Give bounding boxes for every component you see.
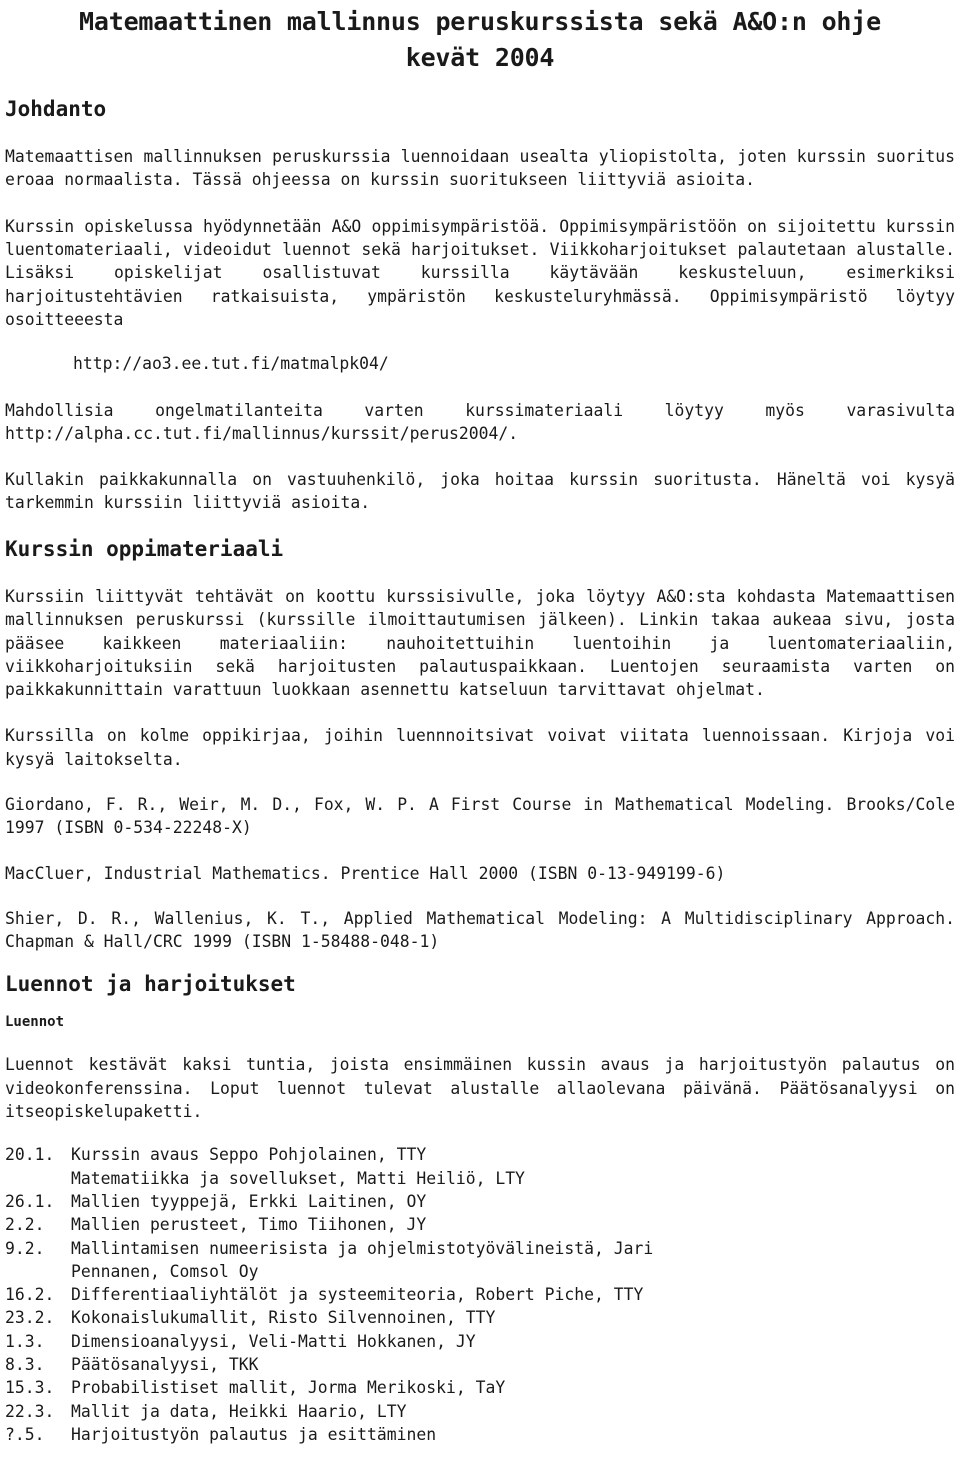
section-heading-johdanto: Johdanto <box>5 97 107 121</box>
section-heading-luennot-ja-harjoitukset: Luennot ja harjoitukset <box>5 971 296 996</box>
lecture-date: 1.3. <box>5 1331 45 1351</box>
page-title: Matemaattinen mallinnus peruskurssista s… <box>5 4 955 75</box>
page-title-line-2: kevät 2004 <box>405 42 555 72</box>
lecture-date: 15.3. <box>5 1378 55 1398</box>
lectures-paragraph-1: Luennot kestävät kaksi tuntia, joista en… <box>5 1055 955 1122</box>
list-item: 9.2. Mallintamisen numeerisista ja ohjelm… <box>5 1237 955 1284</box>
lecture-date: 22.3. <box>5 1401 55 1421</box>
list-item: 22.3. Mallit ja data, Heikki Haario, LTY <box>5 1400 955 1423</box>
lecture-description: Kurssin avaus Seppo Pohjolainen, TTY <box>71 1145 427 1165</box>
book-reference: Shier, D. R., Wallenius, K. T., Applied … <box>5 908 955 952</box>
section-heading-kurssin-oppimateriaali: Kurssin oppimateriaali <box>5 536 284 561</box>
lecture-description: Päätösanalyysi, TKK <box>71 1355 259 1375</box>
lecture-description-cont: Matematiikka ja sovellukset, Matti Heili… <box>71 1168 525 1188</box>
lecture-description: Probabilistiset mallit, Jorma Merikoski,… <box>71 1378 506 1398</box>
materials-paragraph-2: Kurssilla on kolme oppikirjaa, joihin lu… <box>5 726 955 769</box>
lecture-schedule-list: 20.1. Kurssin avaus Seppo Pohjolainen, TT… <box>5 1143 955 1446</box>
intro-paragraph-1: Matemaattisen mallinnuksen peruskurssia … <box>5 147 955 190</box>
lecture-description: Harjoitustyön palautus ja esittäminen <box>71 1424 437 1444</box>
document-page: Matemaattinen mallinnus peruskurssista s… <box>0 4 960 1446</box>
lecture-description: Mallintamisen numeerisista ja ohjelmisto… <box>71 1238 654 1258</box>
lecture-date: 16.2. <box>5 1285 55 1305</box>
lecture-description: Mallien tyyppejä, Erkki Laitinen, OY <box>71 1191 427 1211</box>
materials-paragraph-1: Kurssiin liittyvät tehtävät on koottu ku… <box>5 586 955 700</box>
list-item: 2.2. Mallien perusteet, Timo Tiihonen, JY <box>5 1213 955 1236</box>
lecture-description: Mallit ja data, Heikki Haario, LTY <box>71 1401 407 1421</box>
list-item: 26.1. Mallien tyyppejä, Erkki Laitinen, O… <box>5 1190 955 1213</box>
list-item: 8.3. Päätösanalyysi, TKK <box>5 1353 955 1376</box>
lecture-date: 8.3. <box>5 1355 45 1375</box>
lecture-description-cont: Pennanen, Comsol Oy <box>71 1261 259 1281</box>
lecture-date: 20.1. <box>5 1145 55 1165</box>
intro-paragraph-2: Kurssin opiskelussa hyödynnetään A&O opp… <box>5 216 955 329</box>
subsection-heading-luennot: Luennot <box>5 1013 65 1030</box>
lecture-date: 23.2. <box>5 1308 55 1328</box>
lecture-description: Dimensioanalyysi, Veli-Matti Hokkanen, J… <box>71 1331 476 1351</box>
list-item: 23.2. Kokonaislukumallit, Risto Silvennoi… <box>5 1306 955 1329</box>
list-item: 20.1. Kurssin avaus Seppo Pohjolainen, TT… <box>5 1143 955 1190</box>
lecture-date: 9.2. <box>5 1238 45 1258</box>
book-reference: Giordano, F. R., Weir, M. D., Fox, W. P.… <box>5 795 955 838</box>
list-item: 16.2. Differentiaaliyhtälöt ja systeemite… <box>5 1283 955 1306</box>
lecture-date: 2.2. <box>5 1215 45 1235</box>
lecture-date: 26.1. <box>5 1191 55 1211</box>
intro-paragraph-3: Mahdollisia ongelmatilanteita varten kur… <box>5 400 955 443</box>
lecture-description: Kokonaislukumallit, Risto Silvennoinen, … <box>71 1308 496 1328</box>
list-item: 1.3. Dimensioanalyysi, Veli-Matti Hokkane… <box>5 1330 955 1353</box>
list-item: ?.5. Harjoitustyön palautus ja esittämine… <box>5 1423 955 1446</box>
book-reference: MacCluer, Industrial Mathematics. Prenti… <box>5 863 726 883</box>
intro-paragraph-4: Kullakin paikkakunnalla on vastuuhenkilö… <box>5 470 955 513</box>
lecture-date: ?.5. <box>5 1424 45 1444</box>
oppimisymparisto-url[interactable]: http://ao3.ee.tut.fi/matmalpk04/ <box>5 352 955 375</box>
list-item: 15.3. Probabilistiset mallit, Jorma Merik… <box>5 1376 955 1399</box>
page-title-line-1: Matemaattinen mallinnus peruskurssista s… <box>79 7 881 36</box>
lecture-description: Mallien perusteet, Timo Tiihonen, JY <box>71 1215 427 1235</box>
lecture-description: Differentiaaliyhtälöt ja systeemiteoria,… <box>71 1285 644 1305</box>
